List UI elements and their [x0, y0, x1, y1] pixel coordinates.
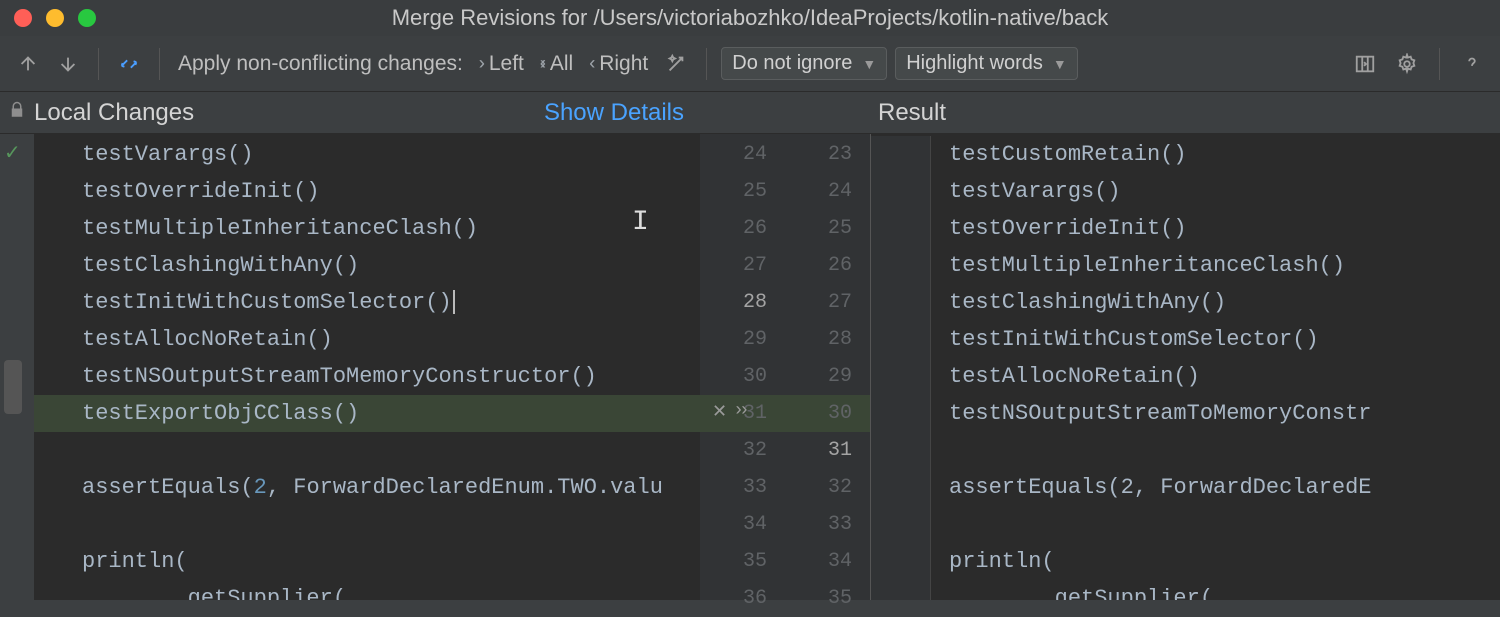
- gutter-line-number: 33: [700, 469, 785, 506]
- compare-icon[interactable]: [113, 48, 145, 80]
- code-line[interactable]: testOverrideInit(): [34, 173, 700, 210]
- code-line[interactable]: testClashingWithAny(): [931, 284, 1500, 321]
- gear-icon[interactable]: [1391, 48, 1423, 80]
- right-editor[interactable]: testCustomRetain()testVarargs()testOverr…: [870, 134, 1500, 600]
- gutter-line-number: 23: [785, 136, 870, 173]
- magic-resolve-icon[interactable]: [660, 48, 692, 80]
- toolbar-separator: [706, 48, 707, 80]
- code-line[interactable]: testClashingWithAny(): [34, 247, 700, 284]
- local-changes-header: Local Changes: [34, 99, 194, 127]
- code-line[interactable]: testExportObjCClass(): [34, 395, 700, 432]
- code-line[interactable]: getSupplier(: [931, 580, 1500, 600]
- left-margin: ✓: [0, 134, 34, 600]
- gutter-line-number: 30: [700, 358, 785, 395]
- titlebar: Merge Revisions for /Users/victoriabozhk…: [0, 0, 1500, 36]
- gutter-line-number: 25: [700, 173, 785, 210]
- code-line[interactable]: assertEquals(2, ForwardDeclaredE: [931, 469, 1500, 506]
- code-line[interactable]: testAllocNoRetain(): [34, 321, 700, 358]
- gutter-line-number: 28: [700, 284, 785, 321]
- gutter-line-number: 32: [700, 432, 785, 469]
- layout-icon[interactable]: [1349, 48, 1381, 80]
- gutter-line-number: 32: [785, 469, 870, 506]
- lock-icon: [8, 101, 26, 125]
- window-title: Merge Revisions for /Users/victoriabozhk…: [392, 5, 1109, 31]
- toolbar-separator: [98, 48, 99, 80]
- code-line[interactable]: assertEquals(2, ForwardDeclaredEnum.TWO.…: [34, 469, 700, 506]
- apply-all-button[interactable]: ›‹‹ All: [536, 52, 577, 76]
- code-line[interactable]: [34, 506, 700, 543]
- code-line[interactable]: getSupplier(: [34, 580, 700, 600]
- center-gutter: 24252627282930313233343536 2324252627282…: [700, 134, 870, 600]
- traffic-lights: [14, 9, 96, 27]
- accept-change-icon[interactable]: ››: [733, 401, 745, 423]
- merge-content: ✓ I testVarargs()testOverrideInit()testM…: [0, 134, 1500, 600]
- minimize-window-button[interactable]: [46, 9, 64, 27]
- reject-change-icon[interactable]: ✕: [712, 401, 727, 423]
- gutter-line-number: 26: [700, 210, 785, 247]
- code-line[interactable]: println(: [931, 543, 1500, 580]
- gutter-line-number: 26: [785, 247, 870, 284]
- prev-change-icon[interactable]: [12, 48, 44, 80]
- result-header: Result: [878, 99, 946, 126]
- code-line[interactable]: testOverrideInit(): [931, 210, 1500, 247]
- gutter-line-number: 24: [785, 173, 870, 210]
- code-line[interactable]: println(: [34, 543, 700, 580]
- gutter-line-number: 27: [700, 247, 785, 284]
- gutter-line-number: 29: [785, 358, 870, 395]
- code-line[interactable]: [931, 432, 1500, 469]
- gutter-line-number: 35: [785, 580, 870, 617]
- merge-toolbar: Apply non-conflicting changes: ›› Left ›…: [0, 36, 1500, 92]
- gutter-line-number: 30: [785, 395, 870, 432]
- highlight-dropdown[interactable]: Highlight words ▼: [895, 47, 1078, 80]
- code-line[interactable]: testNSOutputStreamToMemoryConstructor(): [34, 358, 700, 395]
- code-line[interactable]: testVarargs(): [931, 173, 1500, 210]
- help-icon[interactable]: [1456, 48, 1488, 80]
- maximize-window-button[interactable]: [78, 9, 96, 27]
- code-line[interactable]: testAllocNoRetain(): [931, 358, 1500, 395]
- scrollbar-thumb[interactable]: [4, 360, 22, 414]
- apply-label: Apply non-conflicting changes:: [178, 52, 463, 76]
- code-line[interactable]: testVarargs(): [34, 136, 700, 173]
- code-line[interactable]: testInitWithCustomSelector(): [34, 284, 700, 321]
- gutter-line-number: 33: [785, 506, 870, 543]
- gutter-line-number: 24: [700, 136, 785, 173]
- code-line[interactable]: testMultipleInheritanceClash(): [34, 210, 700, 247]
- gutter-line-number: 25: [785, 210, 870, 247]
- code-line[interactable]: testNSOutputStreamToMemoryConstr: [931, 395, 1500, 432]
- chevron-down-icon: ▼: [1053, 56, 1067, 72]
- gutter-line-number: 29: [700, 321, 785, 358]
- gutter-line-number: 34: [700, 506, 785, 543]
- chevron-down-icon: ▼: [862, 56, 876, 72]
- show-details-link[interactable]: Show Details: [544, 99, 684, 127]
- toolbar-separator: [159, 48, 160, 80]
- code-line[interactable]: testMultipleInheritanceClash(): [931, 247, 1500, 284]
- gutter-line-number: 36: [700, 580, 785, 617]
- pane-headers: Local Changes Show Details Result: [0, 92, 1500, 134]
- gutter-line-number: 31: [785, 432, 870, 469]
- gutter-line-number: 27: [785, 284, 870, 321]
- close-window-button[interactable]: [14, 9, 32, 27]
- toolbar-separator: [1439, 48, 1440, 80]
- gutter-line-number: 28: [785, 321, 870, 358]
- left-editor[interactable]: I testVarargs()testOverrideInit()testMul…: [34, 134, 700, 600]
- code-line[interactable]: [931, 506, 1500, 543]
- checkmark-icon: ✓: [0, 140, 34, 165]
- gutter-line-number: 34: [785, 543, 870, 580]
- next-change-icon[interactable]: [52, 48, 84, 80]
- apply-left-button[interactable]: ›› Left: [475, 52, 528, 76]
- code-line[interactable]: testCustomRetain(): [931, 136, 1500, 173]
- apply-right-button[interactable]: ‹‹ Right: [585, 52, 652, 76]
- code-line[interactable]: testInitWithCustomSelector(): [931, 321, 1500, 358]
- gutter-line-number: 35: [700, 543, 785, 580]
- ignore-dropdown[interactable]: Do not ignore ▼: [721, 47, 887, 80]
- code-line[interactable]: [34, 432, 700, 469]
